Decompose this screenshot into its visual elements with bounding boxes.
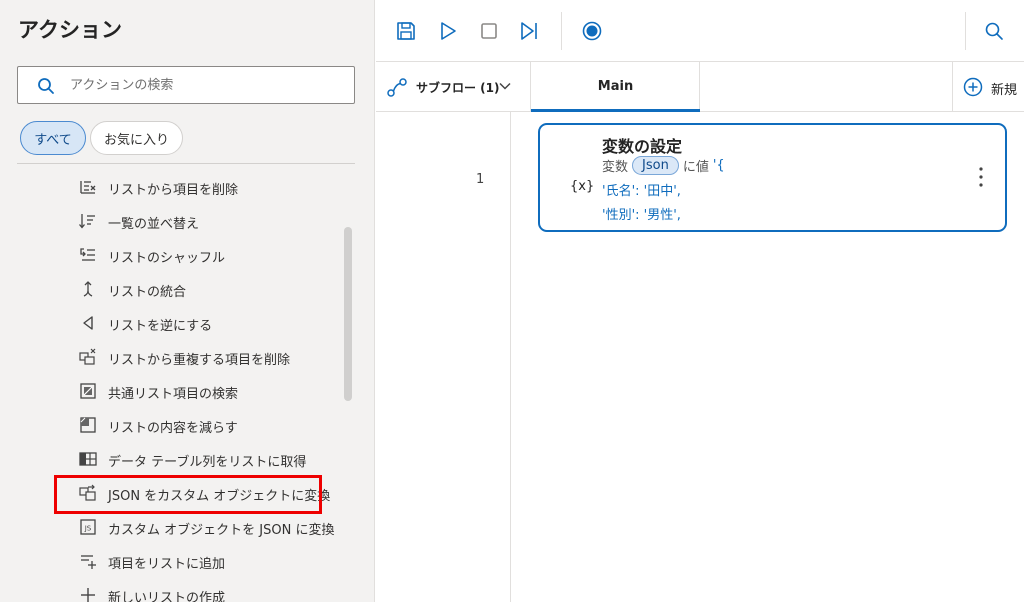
step-value-label: に値 bbox=[682, 160, 709, 175]
new-subflow-button[interactable]: 新規 bbox=[952, 62, 1024, 111]
gutter-divider bbox=[510, 112, 511, 602]
action-item[interactable]: 新しいリストの作成 bbox=[0, 578, 340, 602]
action-label: リストのシャッフル bbox=[108, 251, 226, 266]
toolbar-divider bbox=[561, 12, 562, 50]
variable-icon: {x} bbox=[570, 179, 595, 194]
tab-main[interactable]: Main bbox=[531, 62, 700, 112]
action-item[interactable]: リストのシャッフル bbox=[0, 238, 340, 272]
list-remove-icon bbox=[80, 181, 96, 194]
action-label: リストを逆にする bbox=[108, 319, 213, 334]
new-list-icon bbox=[81, 588, 95, 602]
action-item[interactable]: リストから項目を削除 bbox=[0, 170, 340, 204]
step-prefix: 変数 bbox=[602, 160, 629, 175]
step-title: 変数の設定 bbox=[602, 137, 683, 156]
action-item[interactable]: リストを逆にする bbox=[0, 306, 340, 340]
action-item[interactable]: リストの統合 bbox=[0, 272, 340, 306]
divider bbox=[17, 163, 355, 164]
object-to-json-icon: JS bbox=[80, 519, 96, 535]
action-label: リストの内容を減らす bbox=[108, 421, 238, 436]
chevron-down-icon bbox=[499, 82, 511, 90]
action-item[interactable]: 一覧の並べ替え bbox=[0, 204, 340, 238]
step-value-line: '{ bbox=[712, 158, 725, 173]
action-label: 新しいリストの作成 bbox=[108, 591, 226, 602]
panel-title: アクション bbox=[18, 18, 122, 42]
svg-text:JS: JS bbox=[84, 525, 92, 533]
action-search-input[interactable] bbox=[70, 74, 340, 96]
action-label: リストから重複する項目を削除 bbox=[108, 353, 291, 368]
tab-main-label: Main bbox=[597, 79, 634, 94]
record-icon[interactable] bbox=[581, 20, 603, 42]
step-value-line: '氏名': '田中', bbox=[602, 184, 681, 199]
filter-favorites-button[interactable]: お気に入り bbox=[90, 121, 183, 155]
shuffle-icon bbox=[80, 248, 95, 261]
flow-canvas: 1 {x} 変数の設定 変数 Json に値 '{ '氏名': '田中', '性… bbox=[376, 112, 1024, 602]
sort-icon bbox=[79, 214, 95, 229]
variable-badge: Json bbox=[632, 156, 679, 175]
search-icon bbox=[38, 78, 54, 94]
save-icon[interactable] bbox=[395, 20, 417, 42]
action-label: 共通リスト項目の検索 bbox=[108, 387, 239, 402]
subflows-label: サブフロー (1) bbox=[416, 81, 500, 95]
action-label: リストの統合 bbox=[108, 285, 187, 300]
action-item[interactable]: 共通リスト項目の検索 bbox=[0, 374, 340, 408]
table-column-icon bbox=[79, 452, 97, 466]
action-list-scrollbar[interactable] bbox=[344, 227, 352, 401]
action-item[interactable]: JS カスタム オブジェクトを JSON に変換 bbox=[0, 510, 340, 544]
step-value-line: '性別': '男性', bbox=[602, 208, 681, 223]
action-label: 項目をリストに追加 bbox=[108, 557, 226, 572]
reverse-icon bbox=[83, 316, 93, 330]
action-label: 一覧の並べ替え bbox=[108, 217, 200, 232]
toolbar bbox=[376, 0, 1024, 62]
search-icon[interactable] bbox=[983, 20, 1005, 42]
stop-icon[interactable] bbox=[478, 20, 500, 42]
action-item[interactable]: リストの内容を減らす bbox=[0, 408, 340, 442]
action-item[interactable]: リストから重複する項目を削除 bbox=[0, 340, 340, 374]
tab-bar: サブフロー (1) Main 新規 bbox=[376, 62, 1024, 112]
step-summary: 変数 Json に値 '{ bbox=[602, 156, 725, 175]
more-options-icon[interactable] bbox=[976, 165, 986, 189]
subflows-dropdown[interactable]: サブフロー (1) bbox=[376, 62, 531, 111]
add-circle-icon bbox=[963, 77, 983, 97]
action-search-box[interactable] bbox=[17, 66, 355, 104]
highlight-box bbox=[54, 475, 322, 514]
new-label: 新規 bbox=[991, 83, 1018, 98]
actions-panel: アクション すべて お気に入り bbox=[0, 0, 375, 602]
action-item[interactable]: 項目をリストに追加 bbox=[0, 544, 340, 578]
common-items-icon bbox=[80, 383, 96, 399]
remove-duplicates-icon bbox=[79, 348, 96, 365]
subtract-list-icon bbox=[80, 417, 96, 433]
run-icon[interactable] bbox=[437, 20, 459, 42]
set-variable-step[interactable]: {x} 変数の設定 変数 Json に値 '{ '氏名': '田中', '性別'… bbox=[538, 123, 1007, 232]
toolbar-divider bbox=[965, 12, 966, 50]
subflow-icon bbox=[387, 78, 407, 97]
action-label: データ テーブル列をリストに取得 bbox=[108, 455, 307, 470]
action-item[interactable]: データ テーブル列をリストに取得 bbox=[0, 442, 340, 476]
add-item-icon bbox=[81, 555, 96, 569]
merge-icon bbox=[83, 281, 93, 297]
step-next-icon[interactable] bbox=[518, 20, 540, 42]
action-label: リストから項目を削除 bbox=[108, 183, 239, 198]
line-number: 1 bbox=[476, 172, 485, 187]
filter-all-button[interactable]: すべて bbox=[20, 121, 86, 155]
action-label: カスタム オブジェクトを JSON に変換 bbox=[108, 523, 335, 538]
